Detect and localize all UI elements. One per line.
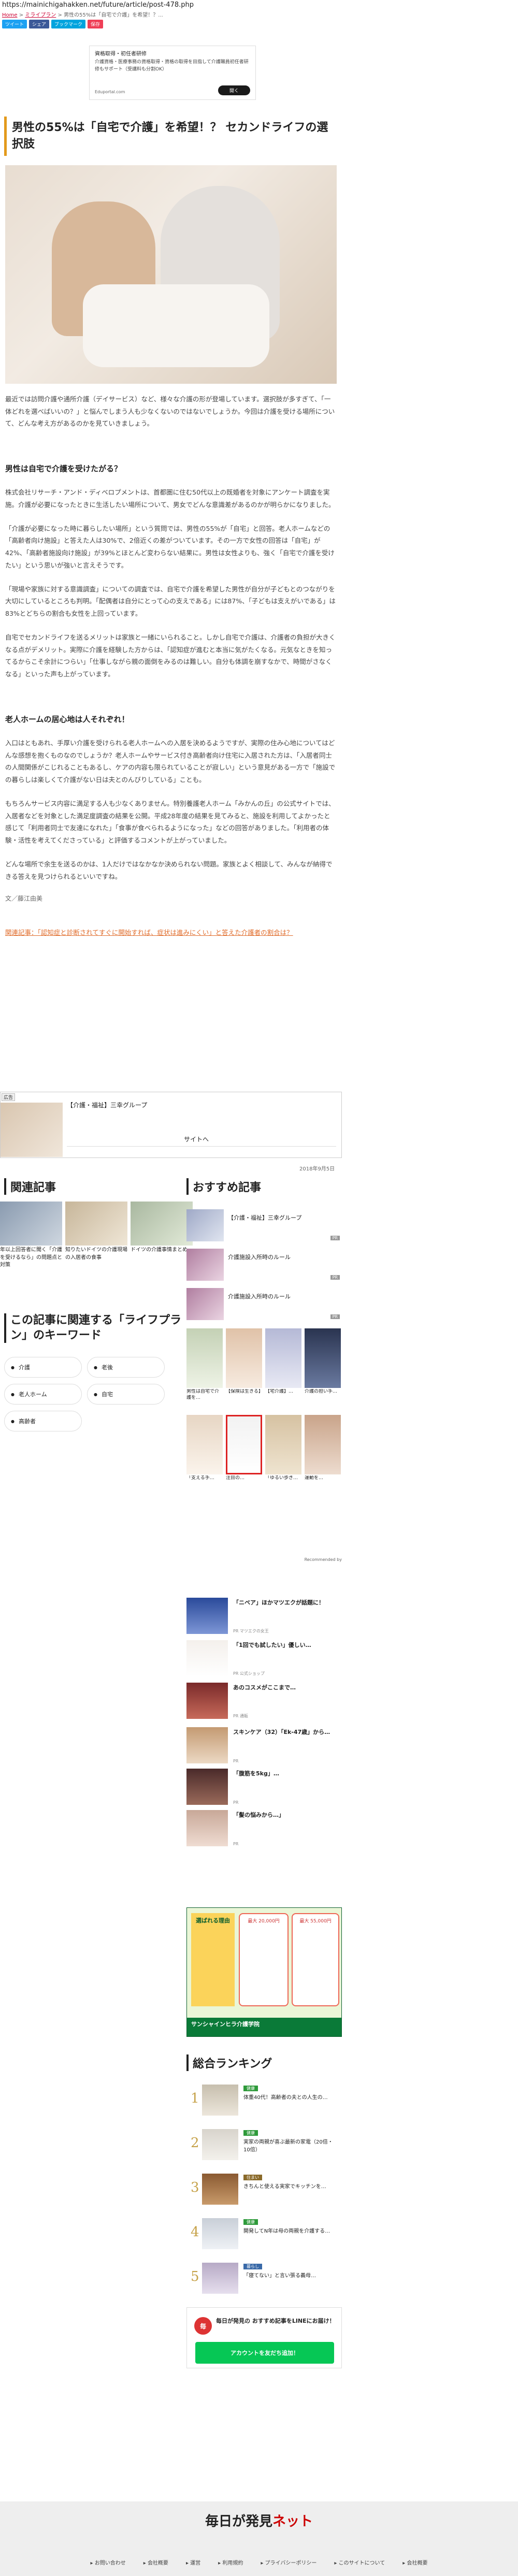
article: 男性の55%は「自宅で介護」を希望！？ セカンドライフの選択肢 最近では訪問介護… <box>0 117 342 939</box>
related-article-link[interactable]: 関連記事：「認知症と診断されてすぐに開始すれば、症状は進みにくい」と答えた介護者… <box>5 927 337 939</box>
article-author: 文／藤江由美 <box>5 895 43 903</box>
keyword-chip[interactable]: 自宅 <box>87 1384 165 1405</box>
footer-link[interactable]: 会社概要 <box>143 2558 168 2566</box>
recommend-card[interactable]: 男性は自宅で介護を… <box>186 1328 223 1412</box>
breadcrumb-home[interactable]: Home <box>2 12 18 18</box>
keyword-chip[interactable]: 高齢者 <box>4 1411 82 1431</box>
footer-link[interactable]: 会社概要 <box>402 2558 427 2566</box>
recommend-item[interactable]: 【介護・福祉】三幸グループ PR <box>186 1209 342 1246</box>
sponsor-site-link[interactable]: サイトへ <box>184 1135 209 1144</box>
article-paragraph: 株式会社リサーチ・アンド・ディベロプメントは、首都圏に住む50代以上の既婚者を対… <box>5 488 335 509</box>
top-ad-open-button[interactable]: 開く <box>218 85 250 95</box>
breadcrumb-current: 男性の55%は「自宅で介護」を希望！？... <box>64 12 163 18</box>
related-card[interactable]: 知りたいドイツの介護現場の入居者の食事 <box>65 1202 127 1269</box>
sponsor-ad[interactable]: 広告 【介護・福祉】三幸グループ サイトへ <box>0 1092 342 1158</box>
sponsor-title: 【介護・福祉】三幸グループ <box>67 1102 148 1109</box>
ranking-item[interactable]: 4 健康 開発してN年は母の両親を介護する… <box>186 2213 342 2257</box>
article-paragraph: もちろんサービス内容に満足する人も少なくありません。特別養護老人ホーム「みかんの… <box>5 799 335 845</box>
recommend-heading: おすすめ記事 <box>186 1178 261 1195</box>
breadcrumb-sep: > <box>19 12 24 18</box>
footer-logo-main: 毎日が発見 <box>205 2514 272 2529</box>
line-box-title: 毎日が発見の おすすめ記事をLINEにお届け！ <box>216 2318 335 2324</box>
footer-logo[interactable]: 毎日が発見ネット <box>0 2511 518 2530</box>
breadcrumb: Home > ミライプラン > 男性の55%は「自宅で介護」を希望！？... <box>0 10 518 18</box>
footer-link[interactable]: 利用規約 <box>218 2558 243 2566</box>
ranking-item[interactable]: 1 健康 体重40代！高齢者の夫との人生の… <box>186 2079 342 2124</box>
recommend-card[interactable]: 介護の担い手… <box>305 1328 341 1412</box>
article-paragraph: 入口はともあれ、手厚い介護を受けられる老人ホームへの入居を決めるようですが、実際… <box>5 739 336 784</box>
recommend-card[interactable]: 「支える手… <box>186 1415 223 1498</box>
related-card[interactable]: 年以上回答者に聞く「介護を受けるなら」の問題点と対策 <box>0 1202 62 1269</box>
promo-item[interactable]: 「髪の悩みから…」 PR <box>186 1810 342 1847</box>
share-buttons: ツイート シェア ブックマーク 保存 <box>0 18 518 31</box>
footer-link[interactable]: お問い合わせ <box>91 2558 126 2566</box>
site-logo-icon: 毎 <box>194 2317 212 2335</box>
keywords-heading: この記事に関連する「ライフプラン」のキーワード <box>4 1313 185 1343</box>
top-ad-brand: Eduportal.com <box>95 90 125 94</box>
promo-item[interactable]: 「ニベア」ほかマツエクが話題に！ PR マツエクの女王 <box>186 1598 342 1635</box>
footer-link[interactable]: このサイトについて <box>334 2558 385 2566</box>
ranking-item[interactable]: 3 住まい きちんと使える実家でキッチンを… <box>186 2168 342 2213</box>
hatena-bookmark-button[interactable]: ブックマーク <box>51 20 86 28</box>
sponsor-thumbnail <box>1 1103 63 1157</box>
publish-date: 2018年9月5日 <box>299 1166 335 1172</box>
page-root: https://mainichigahakken.net/future/arti… <box>0 0 518 2576</box>
address-bar[interactable]: https://mainichigahakken.net/future/arti… <box>0 0 518 10</box>
related-list: 年以上回答者に聞く「介護を受けるなら」の問題点と対策 知りたいドイツの介護現場の… <box>0 1202 193 1269</box>
facebook-share-button[interactable]: シェア <box>29 20 50 28</box>
promo-item[interactable]: 「腹筋を5kg」… PR <box>186 1769 342 1806</box>
recommend-card[interactable]: 「ゆるい歩き… <box>265 1415 301 1498</box>
article-paragraph: 「現場や家族に対する意識調査」についての調査では、自宅で介護を希望した男性が自分… <box>5 585 336 618</box>
article-paragraph: 「介護が必要になった時に暮らしたい場所」という質問では、男性の55%が「自宅」と… <box>5 524 335 569</box>
promo-item[interactable]: あのコスメがここまで… PR 通販 <box>186 1683 342 1720</box>
keyword-list: 介護 老後 老人ホーム 自宅 高齢者 <box>4 1357 170 1431</box>
powered-by: Recommended by <box>304 1557 342 1562</box>
breadcrumb-category[interactable]: ミライプラン <box>25 12 56 18</box>
top-ad[interactable]: 資格取得・初任者研修 介護資格・医療事務の資格取得・資格の取得を目指して介護職員… <box>89 46 256 100</box>
related-heading: 関連記事 <box>4 1178 56 1195</box>
related-card[interactable]: ドイツの介護事情まとめ <box>131 1202 193 1269</box>
section-heading-1: 男性は自宅で介護を受けたがる？ <box>5 464 122 474</box>
footer-link[interactable]: プライバシーポリシー <box>261 2558 317 2566</box>
top-ad-text: 介護資格・医療事務の資格取得・資格の取得を目指して介護職員初任者研修もサポート（… <box>95 60 249 72</box>
ranking-item[interactable]: 5 暮らし 「寝てない」と言い張る義母… <box>186 2257 342 2302</box>
promo-item[interactable]: 「1回でも試したい」優しい… PR 公式ショップ <box>186 1640 342 1677</box>
recommend-card[interactable]: 【宅介護】… <box>265 1328 301 1412</box>
keyword-chip[interactable]: 老後 <box>87 1357 165 1378</box>
recommend-card[interactable]: 注目の… <box>226 1415 262 1498</box>
recommend-card[interactable]: 【保険は生きる】 <box>226 1328 262 1412</box>
article-paragraph: どんな場所で余生を送るのかは、1人だけではなかなか決められない問題。家族とよく相… <box>5 860 333 880</box>
banner-vertical-text: 選ばれる理由 <box>191 1913 235 2006</box>
recommend-card[interactable]: 運動を… <box>305 1415 341 1498</box>
recommend-grid: 男性は自宅で介護を… 【保険は生きる】 【宅介護】… 介護の担い手… 「支える手… <box>186 1328 342 1498</box>
keyword-chip[interactable]: 介護 <box>4 1357 82 1378</box>
promo-item[interactable]: スキンケア（32）「Ek-47歳」から… PR <box>186 1727 342 1764</box>
banner-offer-1: 最大 20,000円 <box>239 1913 289 2006</box>
footer-logo-sub: ネット <box>272 2514 313 2529</box>
breadcrumb-sep: > <box>57 12 62 18</box>
recommend-item[interactable]: 介護施設入所時のルール PR <box>186 1288 342 1324</box>
pocket-save-button[interactable]: 保存 <box>88 20 104 28</box>
keyword-chip[interactable]: 老人ホーム <box>4 1384 82 1405</box>
school-banner-ad[interactable]: 選ばれる理由 最大 20,000円 最大 55,000円 サンシャインヒラ介護学… <box>186 1907 342 2037</box>
ranking-item[interactable]: 2 健康 実家の両親が喜ぶ最新の家電（20倍・10倍） <box>186 2124 342 2168</box>
section-heading-2: 老人ホームの居心地は人それぞれ！ <box>5 714 130 724</box>
twitter-share-button[interactable]: ツイート <box>2 20 27 28</box>
line-add-friend-button[interactable]: アカウントを友だち追加！ <box>195 2342 334 2364</box>
ranking-heading: 総合ランキング <box>186 2054 272 2071</box>
top-ad-title: 資格取得・初任者研修 <box>95 51 147 57</box>
article-title: 男性の55%は「自宅で介護」を希望！？ セカンドライフの選択肢 <box>4 117 342 156</box>
article-paragraph: 自宅でセカンドライフを送るメリットは家族と一緒にいられること。しかし自宅で介護は… <box>5 633 336 678</box>
footer: 毎日が発見ネット お問い合わせ 会社概要 運営 利用規約 プライバシーポリシー … <box>0 2501 518 2576</box>
article-intro: 最近では訪問介護や通所介護（デイサービス）など、様々な介護の形が登場しています。… <box>5 395 335 428</box>
banner-offer-2: 最大 55,000円 <box>292 1913 339 2006</box>
footer-link[interactable]: 運営 <box>186 2558 200 2566</box>
banner-footer: サンシャインヒラ介護学院 <box>187 2018 341 2036</box>
recommend-item[interactable]: 介護施設入所時のルール PR <box>186 1249 342 1285</box>
line-follow-box: 毎 毎日が発見の おすすめ記事をLINEにお届け！ アカウントを友だち追加！ <box>186 2307 342 2368</box>
footer-links: お問い合わせ 会社概要 運営 利用規約 プライバシーポリシー このサイトについて… <box>0 2558 518 2566</box>
hero-image <box>5 165 337 384</box>
ad-tag: 広告 <box>2 1093 16 1101</box>
